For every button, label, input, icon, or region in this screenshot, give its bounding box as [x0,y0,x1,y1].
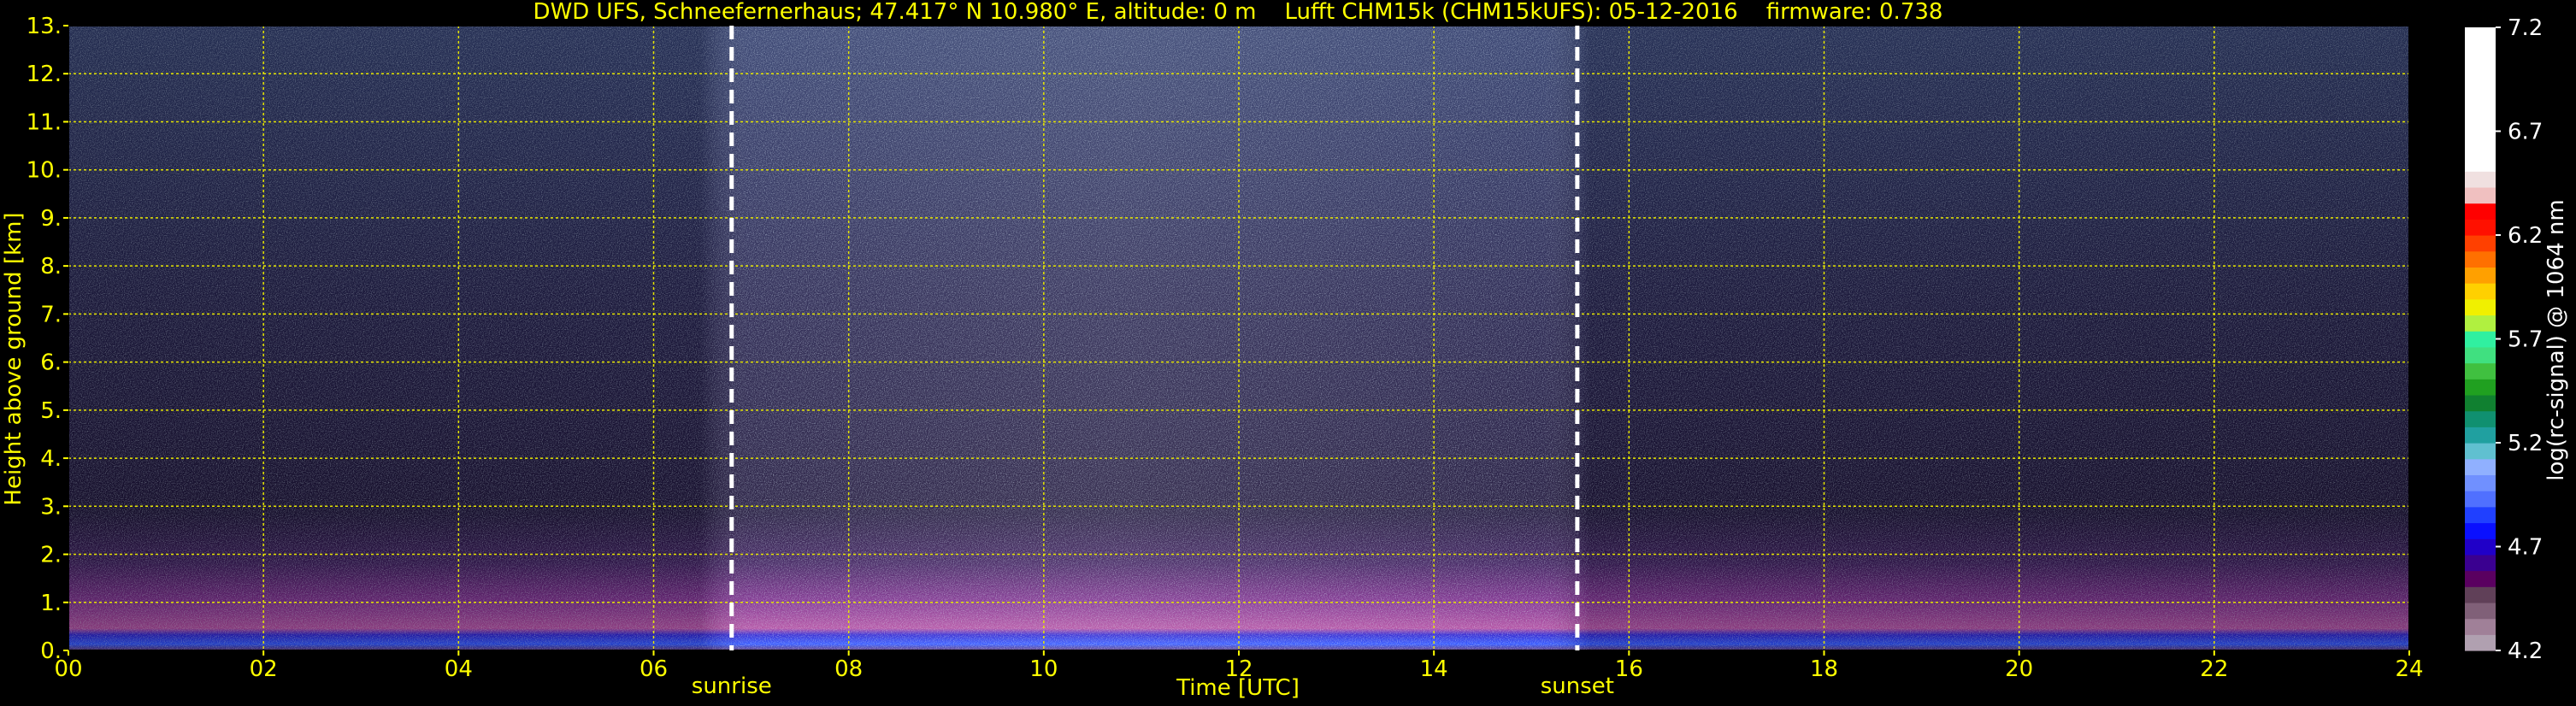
y-tick-label: 8. [40,254,62,279]
colorbar-tick-label: 6.2 [2508,223,2543,249]
y-tick-label: 3. [40,494,62,520]
colorbar-segment [2465,602,2496,620]
colorbar-label: log(rc-signal) @ 1064 nm [2544,199,2569,480]
colorbar-segment [2465,235,2496,252]
colorbar-segment [2465,443,2496,460]
x-tick-label: 02 [250,656,278,682]
x-tick-label: 14 [1420,656,1448,682]
sunset-label: sunset [1541,674,1614,699]
colorbar-tick-label: 7.2 [2508,15,2543,41]
colorbar-segment [2465,91,2496,109]
x-tick-label: 16 [1615,656,1643,682]
colorbar-segment [2465,27,2496,44]
colorbar-segment [2465,250,2496,268]
colorbar-segment [2465,283,2496,300]
x-axis-label: Time [UTC] [1176,675,1300,701]
colorbar-segment [2465,155,2496,172]
colorbar [2465,27,2496,651]
colorbar-segment [2465,346,2496,364]
y-tick-label: 9. [40,206,62,232]
colorbar-segment [2465,331,2496,348]
colorbar-tick-label: 4.7 [2508,535,2543,561]
y-tick-label: 6. [40,350,62,376]
colorbar-segment [2465,618,2496,635]
colorbar-segment [2465,362,2496,379]
x-tick-label: 24 [2395,656,2423,682]
y-tick-label: 5. [40,398,62,424]
colorbar-segment [2465,394,2496,412]
colorbar-segment [2465,43,2496,60]
colorbar-segment [2465,123,2496,140]
colorbar-segment [2465,491,2496,508]
colorbar-segment [2465,267,2496,284]
y-axis-label: Height above ground [km] [1,212,27,505]
y-tick-label: 11. [27,109,62,135]
colorbar-segment [2465,315,2496,332]
colorbar-segment [2465,186,2496,204]
y-tick-label: 13. [27,14,62,39]
x-tick-label: 06 [640,656,668,682]
colorbar-segment [2465,634,2496,651]
colorbar-segment [2465,298,2496,316]
sunrise-label: sunrise [692,674,772,699]
colorbar-segment [2465,59,2496,76]
y-tick-label: 12. [27,62,62,87]
y-tick-label: 0. [40,638,62,664]
colorbar-segment [2465,458,2496,475]
y-tick-label: 7. [40,302,62,327]
colorbar-segment [2465,219,2496,236]
ceilometer-chart: sunrise sunset 00 02 04 06 08 10 12 14 16 18 20 22 24… [1,0,2569,701]
colorbar-segment [2465,203,2496,220]
y-tick-label: 10. [27,158,62,184]
colorbar-segment [2465,410,2496,427]
colorbar-segment [2465,75,2496,92]
colorbar-ticks: 4.2 4.7 5.2 5.7 6.2 6.7 7.2 [2496,15,2543,664]
colorbar-segment [2465,554,2496,572]
colorbar-tick-label: 5.2 [2508,431,2543,456]
chart-title: DWD UFS, Schneefernerhaus; 47.417° N 10.… [533,0,1943,25]
colorbar-segment [2465,474,2496,491]
colorbar-segment [2465,379,2496,396]
colorbar-tick-label: 6.7 [2508,120,2543,145]
colorbar-segment [2465,427,2496,444]
colorbar-segment [2465,171,2496,188]
x-tick-label: 10 [1029,656,1058,682]
x-tick-label: 20 [2005,656,2033,682]
x-tick-label: 08 [834,656,863,682]
x-tick-label: 18 [1810,656,1838,682]
y-tick-label: 2. [40,543,62,568]
colorbar-segment [2465,506,2496,524]
y-tick-label: 4. [40,446,62,472]
y-axis-ticks: 0. 1. 2. 3. 4. 5. 6. 7. 8. 9. 10. 11. 12. 13. [27,14,68,664]
x-tick-label: 04 [445,656,473,682]
colorbar-segment [2465,522,2496,539]
y-tick-label: 1. [40,591,62,616]
colorbar-segment [2465,538,2496,556]
colorbar-segment [2465,586,2496,603]
colorbar-tick-label: 5.7 [2508,327,2543,353]
colorbar-tick-label: 4.2 [2508,638,2543,664]
colorbar-segment [2465,138,2496,156]
colorbar-segment [2465,107,2496,124]
colorbar-segment [2465,570,2496,587]
x-tick-label: 22 [2200,656,2228,682]
